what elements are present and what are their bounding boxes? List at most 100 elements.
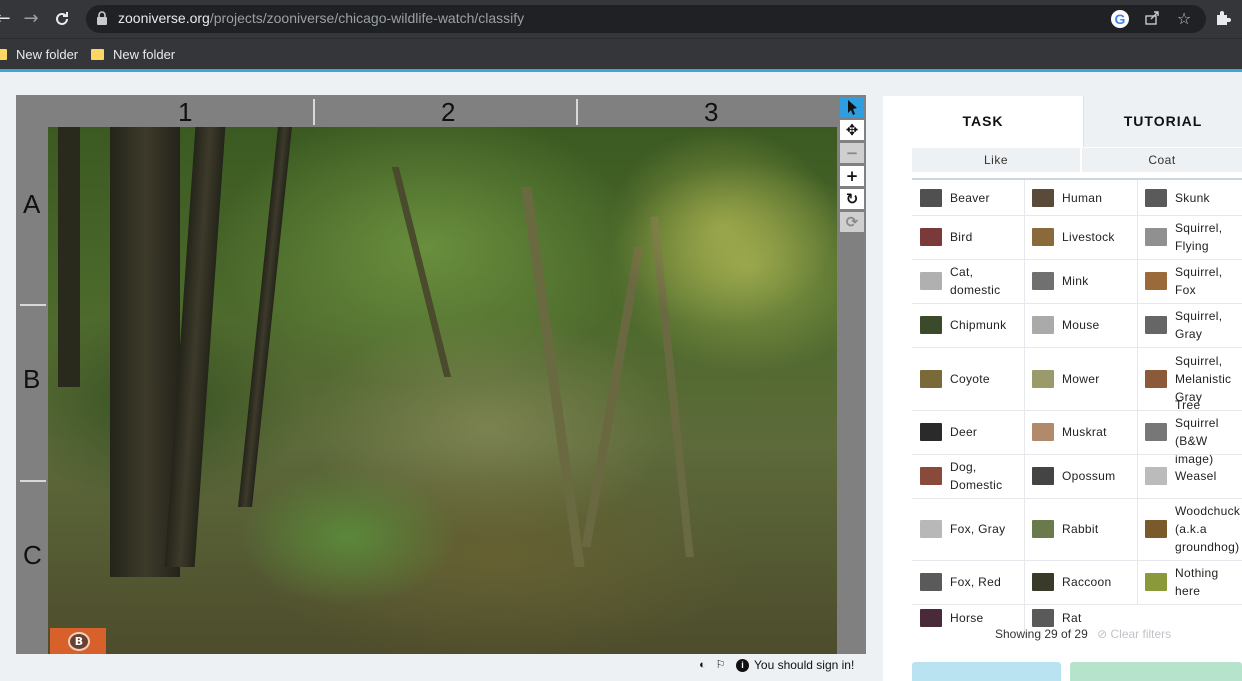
zoom-out-icon[interactable]: − [840,143,864,163]
choice-label: Chipmunk [950,318,1007,332]
lock-icon[interactable] [96,11,108,25]
choice-label: Squirrel, Fox [1175,265,1223,297]
choice-item[interactable]: Beaver [920,180,1022,215]
choice-thumbnail [1145,520,1167,538]
bookmark-folder[interactable]: New folder [0,45,78,63]
choice-label: Mouse [1062,318,1100,332]
pointer-icon[interactable] [840,97,864,117]
choice-thumbnail [1145,423,1167,441]
choice-thumbnail [1032,467,1054,485]
filter-like[interactable]: Like [912,148,1080,172]
choice-thumbnail [1032,573,1054,591]
clear-filters-button[interactable]: ⊘ Clear filters [1097,627,1171,641]
extensions-icon[interactable] [1214,9,1232,31]
choice-thumbnail [920,272,942,290]
choice-thumbnail [920,369,942,388]
grid-line [1137,180,1138,604]
choice-label: Skunk [1175,190,1210,205]
flag-icon[interactable]: ⚐ [714,659,727,672]
choice-thumbnail [1145,272,1167,290]
choice-item[interactable]: Bird [920,215,1022,259]
choice-thumbnail [1032,272,1054,290]
choice-item[interactable]: Livestock [1032,215,1135,259]
info-icon[interactable]: i [736,658,749,672]
reset-icon[interactable]: ⟳ [840,212,864,232]
choice-item[interactable]: Nothing here [1145,560,1240,604]
contrast-icon[interactable]: ◐ [696,659,709,672]
grid-column-label: 3 [704,97,719,127]
bookmark-folder[interactable]: New folder [91,45,175,63]
choice-item[interactable]: Chipmunk [920,303,1022,347]
sign-in-message[interactable]: You should sign in! [754,658,854,672]
choice-item[interactable]: Mower [1032,347,1135,410]
choice-thumbnail [1145,316,1167,334]
grid-column-label: 1 [178,97,193,127]
choice-item[interactable]: Tree Squirrel (B&W image) [1145,398,1240,466]
choice-item[interactable]: Squirrel, Gray [1145,303,1240,347]
viewer-toolbar: ✥ − + ↻ ⟳ [838,96,866,654]
tab-task[interactable]: TASK [883,96,1083,147]
zoom-in-icon[interactable]: + [840,166,864,186]
choice-label: Coyote [950,371,990,386]
choice-item[interactable]: Mink [1032,259,1135,303]
choice-item[interactable]: Opossum [1032,454,1135,498]
viewer-footer: ◐ ⚐ i You should sign in! [696,656,854,674]
choice-item[interactable]: Muskrat [1032,410,1135,454]
choice-item[interactable]: Raccoon [1032,560,1135,604]
address-bar[interactable]: zooniverse.org/projects/zooniverse/chica… [86,5,1206,33]
choice-item[interactable]: Woodchuck (a.k.a groundhog) [1145,498,1240,560]
done-talk-button[interactable] [1070,662,1242,681]
subject-image[interactable]: B [48,127,837,654]
url-text[interactable]: zooniverse.org/projects/zooniverse/chica… [118,10,524,26]
choice-item[interactable]: Weasel [1145,454,1240,498]
choice-thumbnail [920,609,942,627]
choice-thumbnail [1145,573,1167,591]
share-icon[interactable] [1143,10,1161,28]
filter-coat[interactable]: Coat [1082,148,1242,172]
camera-logo: B [50,628,106,654]
tab-tutorial[interactable]: TUTORIAL [1083,96,1242,147]
choice-item[interactable]: Squirrel, Fox [1145,259,1240,303]
choice-thumbnail [1145,369,1167,388]
choice-item[interactable]: Rabbit [1032,498,1135,560]
move-icon[interactable]: ✥ [840,120,864,140]
choice-label: Cat, domestic [950,265,1001,297]
choice-item[interactable]: Human [1032,180,1135,215]
done-button[interactable] [912,662,1061,681]
choice-label: Opossum [1062,469,1116,483]
choice-item[interactable]: Cat, domestic [920,259,1022,303]
choice-thumbnail [1032,228,1054,246]
star-icon[interactable]: ☆ [1175,10,1193,28]
bookmarks-bar: New folder New folder [0,38,1242,69]
choice-thumbnail [920,423,942,441]
choice-thumbnail [1032,609,1054,627]
grid-divider [20,480,46,482]
choice-item[interactable]: Deer [920,410,1022,454]
forward-arrow-icon[interactable]: → [20,8,42,30]
grid-divider [576,99,578,125]
choice-label: Muskrat [1062,425,1107,439]
choice-thumbnail [1032,369,1054,388]
choice-thumbnail [1032,188,1054,207]
grid-line [1024,180,1025,632]
choice-item[interactable]: Skunk [1145,180,1240,215]
grid-row-label: B [23,364,41,394]
choice-item[interactable]: Fox, Red [920,560,1022,604]
google-icon[interactable]: G [1111,10,1129,28]
reload-icon[interactable] [51,8,73,30]
choice-label: Bird [950,230,973,244]
choice-label: Livestock [1062,230,1115,244]
choice-label: Mink [1062,274,1089,288]
choice-item[interactable]: Coyote [920,347,1022,410]
choice-label: Squirrel, Flying [1175,221,1223,253]
choice-item[interactable]: Dog, Domestic [920,454,1022,498]
choice-item[interactable]: Squirrel, Flying [1145,215,1240,259]
choice-label: Mower [1062,371,1100,386]
browser-toolbar: ← → zooniverse.org/projects/zooniverse/c… [0,0,1242,38]
rotate-icon[interactable]: ↻ [840,189,864,209]
choice-item[interactable]: Fox, Gray [920,498,1022,560]
choice-label: Rat [1062,611,1082,625]
choice-item[interactable]: Mouse [1032,303,1135,347]
choice-label: Human [1062,190,1103,205]
back-arrow-icon[interactable]: ← [0,8,14,30]
